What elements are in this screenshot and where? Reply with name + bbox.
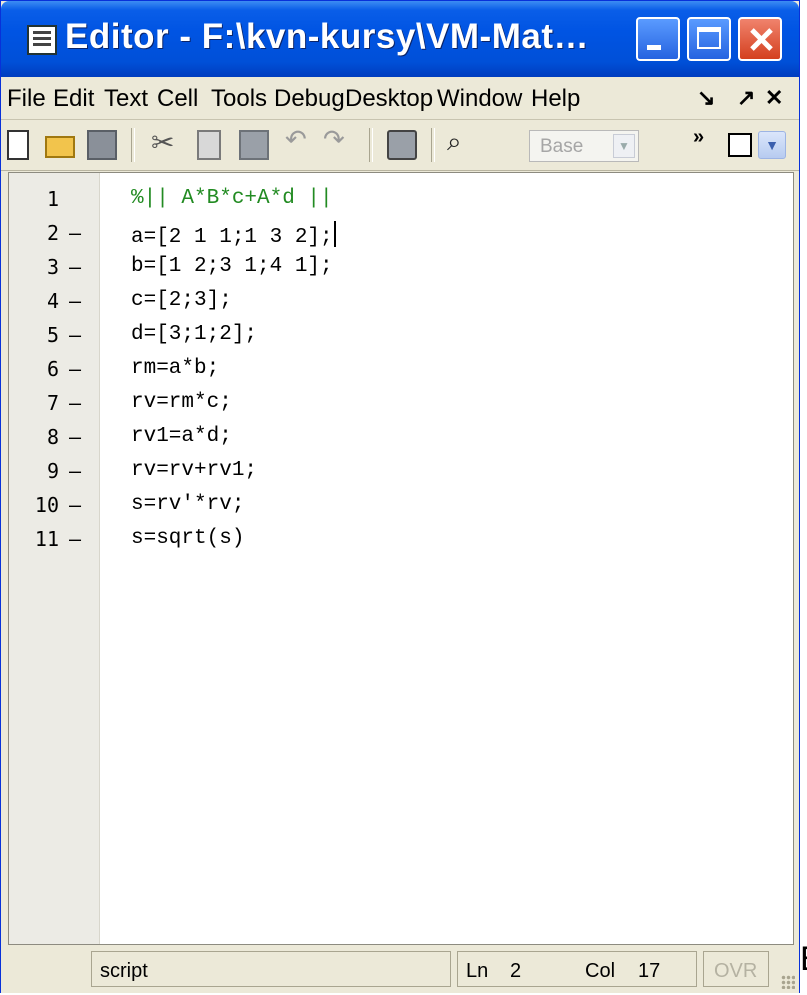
status-col-label: Col <box>585 960 616 982</box>
menu-debug[interactable]: Debug <box>274 85 345 113</box>
stack-select-value: Base <box>540 136 584 157</box>
chevron-down-icon[interactable]: ▼ <box>613 134 635 158</box>
menu-window[interactable]: Window <box>437 85 522 113</box>
line-number: 3 <box>46 255 59 279</box>
code-text: rv=rv+rv1; <box>131 459 258 482</box>
breakpoint-marker[interactable]: – <box>69 391 89 415</box>
print-icon[interactable] <box>387 130 417 160</box>
undo-icon[interactable]: ↶ <box>285 124 315 154</box>
copy-icon[interactable] <box>197 130 221 160</box>
line-number: 4 <box>46 289 59 313</box>
status-bar: script Ln 2 Col 17 OVR <box>1 947 799 993</box>
dock-icon[interactable]: ↘ <box>697 85 715 111</box>
status-ln-label: Ln <box>466 960 489 982</box>
open-folder-icon[interactable] <box>45 136 75 158</box>
code-text: s=sqrt(s) <box>131 527 245 550</box>
menu-tools[interactable]: Tools <box>211 85 267 113</box>
code-line[interactable]: 9– rv=rv+rv1; <box>9 453 793 487</box>
breakpoint-marker[interactable]: – <box>69 527 89 551</box>
breakpoint-marker[interactable]: – <box>69 221 89 245</box>
toolbar-separator <box>369 128 373 162</box>
status-ovr-field: OVR <box>703 951 769 987</box>
breakpoint-marker[interactable]: – <box>69 493 89 517</box>
close-button[interactable] <box>738 17 782 61</box>
minimize-button[interactable] <box>636 17 680 61</box>
cut-icon[interactable]: ✂ <box>151 126 181 158</box>
redo-icon[interactable]: ↷ <box>323 124 353 154</box>
toolbar-separator <box>431 128 435 162</box>
code-text: rv1=a*d; <box>131 425 232 448</box>
toolbar-overflow-icon[interactable]: » <box>693 126 704 149</box>
code-text: b=[1 2;3 1;4 1]; <box>131 255 333 278</box>
find-icon[interactable]: ⌕ <box>447 126 477 156</box>
code-text: rv=rm*c; <box>131 391 232 414</box>
status-ln-value: 2 <box>510 960 522 982</box>
line-number: 5 <box>46 323 59 347</box>
code-line[interactable]: 5– d=[3;1;2]; <box>9 317 793 351</box>
resize-grip-icon[interactable] <box>781 975 795 989</box>
breakpoint-marker[interactable]: – <box>69 255 89 279</box>
status-mode: script <box>100 960 148 982</box>
code-line[interactable]: 7– rv=rm*c; <box>9 385 793 419</box>
editor-window: Editor - F:\kvn-kursy\VM-Mat… File Edit … <box>0 0 800 993</box>
code-text: s=rv'*rv; <box>131 493 245 516</box>
breakpoint-marker[interactable]: – <box>69 425 89 449</box>
background-fragment-text: E <box>800 940 807 979</box>
line-number: 9 <box>46 459 59 483</box>
line-number: 8 <box>46 425 59 449</box>
line-number: 7 <box>46 391 59 415</box>
stack-select[interactable]: Base ▼ <box>529 130 639 162</box>
code-text: a=[2 1 1;1 3 2]; <box>131 221 336 249</box>
breakpoint-marker[interactable]: – <box>69 357 89 381</box>
code-line[interactable]: 10– s=rv'*rv; <box>9 487 793 521</box>
line-number: 10 <box>34 493 59 517</box>
menu-cell[interactable]: Cell <box>157 85 198 113</box>
save-icon[interactable] <box>87 130 117 160</box>
close-document-icon[interactable]: ✕ <box>765 85 783 111</box>
toolbar-separator <box>131 128 135 162</box>
menu-help[interactable]: Help <box>531 85 580 113</box>
line-number: 11 <box>34 527 59 551</box>
status-mode-field: script <box>91 951 451 987</box>
line-number: 6 <box>46 357 59 381</box>
code-line[interactable]: 6– rm=a*b; <box>9 351 793 385</box>
editor-app-icon <box>27 25 57 55</box>
paste-icon[interactable] <box>239 130 269 160</box>
status-ovr: OVR <box>714 960 758 982</box>
code-text: rm=a*b; <box>131 357 220 380</box>
title-bar[interactable]: Editor - F:\kvn-kursy\VM-Mat… <box>1 1 799 77</box>
undock-icon[interactable]: ↗ <box>737 85 755 111</box>
line-number: 1 <box>46 187 59 211</box>
breakpoint-marker[interactable]: – <box>69 323 89 347</box>
menu-file[interactable]: File <box>7 85 46 113</box>
code-editor[interactable]: 1 %|| A*B*c+A*d || 2– a=[2 1 1;1 3 2]; 3– b=[… <box>8 172 794 945</box>
code-line[interactable]: 8– rv1=a*d; <box>9 419 793 453</box>
code-line[interactable]: 3– b=[1 2;3 1;4 1]; <box>9 249 793 283</box>
chevron-down-icon[interactable]: ▼ <box>758 131 786 159</box>
status-col-value: 17 <box>638 960 661 982</box>
breakpoint-marker[interactable]: – <box>69 289 89 313</box>
new-file-icon[interactable] <box>7 130 29 160</box>
code-text: c=[2;3]; <box>131 289 232 312</box>
maximize-button[interactable] <box>687 17 731 61</box>
line-number: 2 <box>46 221 59 245</box>
breakpoint-marker[interactable]: – <box>69 459 89 483</box>
window-title: Editor - F:\kvn-kursy\VM-Mat… <box>65 17 589 56</box>
menu-bar: File Edit Text Cell Tools Debug Desktop … <box>1 77 799 120</box>
dock-checkbox[interactable] <box>728 133 752 157</box>
menu-edit[interactable]: Edit <box>53 85 94 113</box>
code-line[interactable]: 11– s=sqrt(s) <box>9 521 793 555</box>
code-text: d=[3;1;2]; <box>131 323 258 346</box>
code-line[interactable]: 2– a=[2 1 1;1 3 2]; <box>9 215 793 249</box>
text-caret <box>333 221 336 247</box>
code-comment: %|| A*B*c+A*d || <box>131 187 333 210</box>
toolbar: ✂ ↶ ↷ ⌕ Base ▼ » ▼ <box>1 120 799 171</box>
menu-text[interactable]: Text <box>104 85 148 113</box>
code-line[interactable]: 4– c=[2;3]; <box>9 283 793 317</box>
menu-desktop[interactable]: Desktop <box>345 85 433 113</box>
status-position-field: Ln 2 Col 17 <box>457 951 697 987</box>
code-line[interactable]: 1 %|| A*B*c+A*d || <box>9 181 793 215</box>
